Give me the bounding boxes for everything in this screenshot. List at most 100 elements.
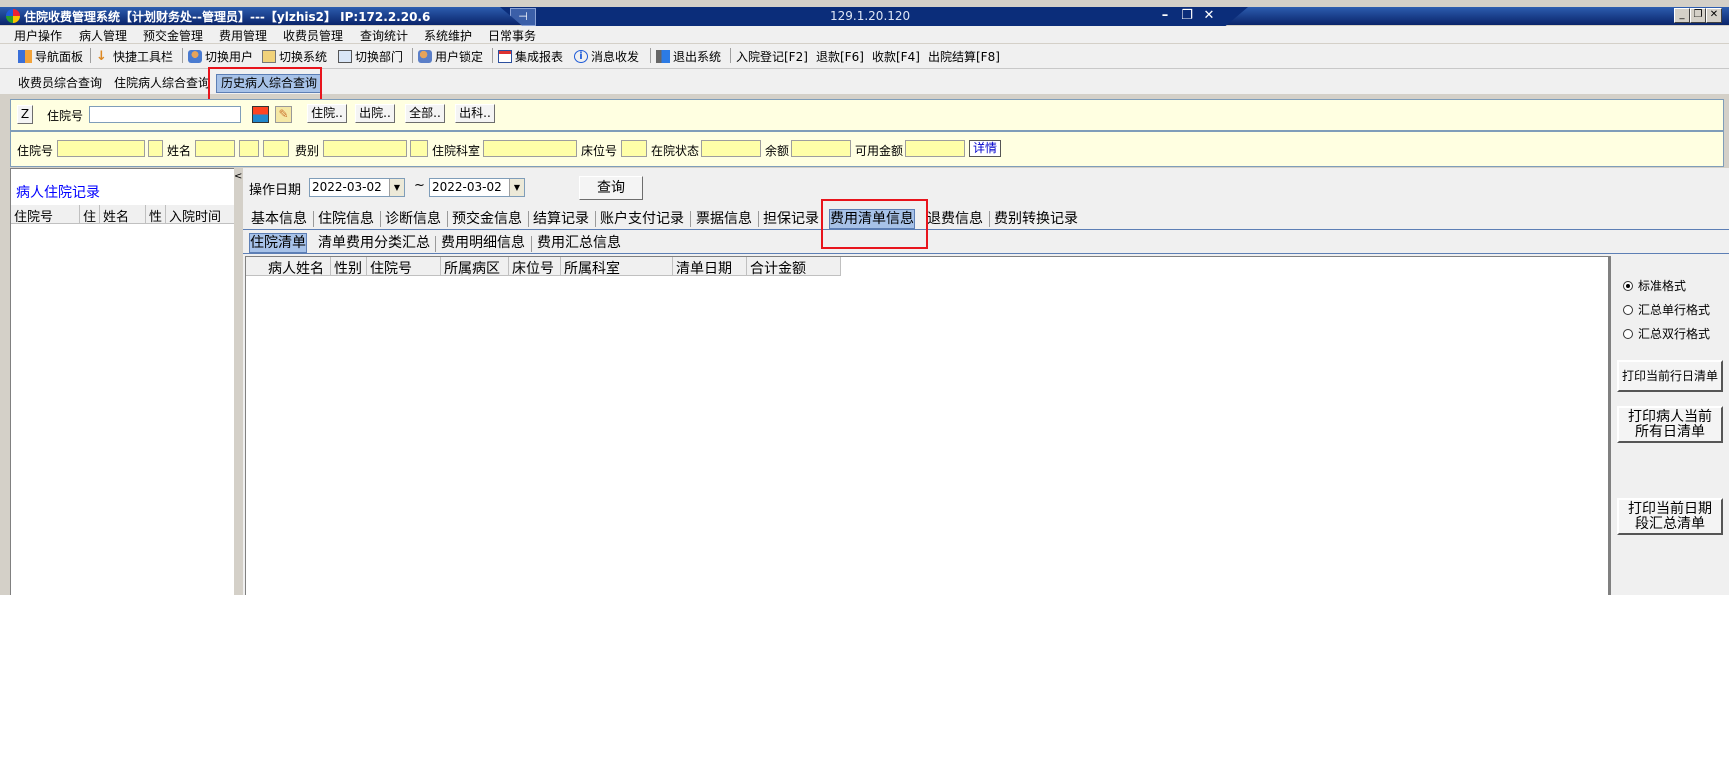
tab-history-query[interactable]: 历史病人综合查询: [216, 74, 323, 93]
lp-col-gender[interactable]: 性: [149, 206, 162, 225]
tb-user-lock[interactable]: 用户锁定: [418, 48, 483, 65]
discharge-button[interactable]: 出院..: [355, 104, 395, 123]
col-ward[interactable]: 所属病区: [444, 258, 500, 278]
tab-fee-list-info[interactable]: 费用清单信息: [829, 209, 915, 229]
tab-inpatient-info[interactable]: 住院信息: [318, 210, 374, 228]
card-reader-icon[interactable]: [252, 106, 269, 123]
chevron-down-icon[interactable]: ▼: [509, 179, 524, 196]
pi-available-field[interactable]: [905, 140, 965, 157]
tab-fee-type-change[interactable]: 费别转换记录: [994, 210, 1078, 228]
menu-user-ops[interactable]: 用户操作: [14, 27, 62, 44]
tab-basic-info[interactable]: 基本信息: [251, 210, 307, 228]
pi-department-field[interactable]: [483, 140, 577, 157]
menu-daily[interactable]: 日常事务: [488, 27, 536, 44]
radio-summary-double[interactable]: 汇总双行格式: [1623, 325, 1710, 342]
col-department[interactable]: 所属科室: [564, 258, 620, 278]
tb-integrated-report[interactable]: 集成报表: [498, 48, 563, 65]
pi-bed-field[interactable]: [621, 140, 647, 157]
tab-diagnosis-info[interactable]: 诊断信息: [385, 210, 441, 228]
tb-switch-system[interactable]: 切换系统: [262, 48, 327, 65]
tb-quick-toolbar[interactable]: ↓ 快捷工具栏: [96, 48, 173, 65]
pi-inpatient-no-field[interactable]: [57, 140, 145, 157]
tab-guarantee-records[interactable]: 担保记录: [763, 210, 819, 228]
query-button[interactable]: 查询: [579, 176, 643, 200]
col-total-amount[interactable]: 合计金额: [750, 258, 806, 278]
remote-minimize-icon[interactable]: –: [1158, 8, 1172, 23]
tab-prepay-info[interactable]: 预交金信息: [452, 210, 522, 228]
all-button[interactable]: 全部..: [405, 104, 445, 123]
menu-cashier[interactable]: 收费员管理: [283, 27, 343, 44]
subtab-fee-summary[interactable]: 费用汇总信息: [537, 234, 621, 252]
lp-col-name[interactable]: 姓名: [103, 206, 129, 225]
restore-icon[interactable]: ❐: [1690, 8, 1706, 23]
tab-invoice-info[interactable]: 票据信息: [696, 210, 752, 228]
pi-fee-type-code-field[interactable]: [410, 140, 428, 157]
tb-exit[interactable]: 退出系统: [656, 48, 721, 65]
tb-refund[interactable]: 退款[F6]: [816, 48, 864, 65]
tb-receive[interactable]: 收款[F4]: [872, 48, 920, 65]
minimize-icon[interactable]: _: [1674, 8, 1690, 23]
col-bed-no[interactable]: 床位号: [512, 258, 554, 278]
lp-col-times[interactable]: 住: [83, 206, 96, 225]
subtab-fee-detail[interactable]: 费用明细信息: [441, 234, 525, 252]
menu-system[interactable]: 系统维护: [424, 27, 472, 44]
tb-navigation-panel[interactable]: 导航面板: [18, 48, 83, 65]
tb-switch-department[interactable]: 切换部门: [338, 48, 403, 65]
patient-info-panel: 住院号 姓名 费别 住院科室 床位号 在院状态 余额 可用金额 详情: [10, 131, 1724, 167]
tab-account-payment[interactable]: 账户支付记录: [600, 210, 684, 228]
tb-message[interactable]: i 消息收发: [574, 48, 639, 65]
menu-query-stats[interactable]: 查询统计: [360, 27, 408, 44]
print-range-summary-button[interactable]: 打印当前日期 段汇总清单: [1617, 498, 1723, 535]
pi-status-field[interactable]: [701, 140, 761, 157]
col-inpatient-no[interactable]: 住院号: [370, 258, 412, 278]
tab-cashier-query[interactable]: 收费员综合查询: [14, 75, 106, 92]
user-lock-icon: [418, 50, 432, 63]
detail-link[interactable]: 详情: [969, 140, 1002, 157]
tb-admission[interactable]: 入院登记[F2]: [736, 48, 808, 65]
pi-gender-field[interactable]: [239, 140, 259, 157]
menu-prepay[interactable]: 预交金管理: [143, 27, 203, 44]
radio-standard-format[interactable]: 标准格式: [1623, 277, 1686, 294]
inpatient-button[interactable]: 住院..: [307, 104, 347, 123]
remote-ip: 129.1.20.120: [830, 9, 911, 23]
collapse-arrow-icon[interactable]: <: [234, 171, 242, 182]
lp-col-admit-time[interactable]: 入院时间: [169, 206, 221, 225]
menu-fee[interactable]: 费用管理: [219, 27, 267, 44]
print-current-day-button[interactable]: 打印当前行日清单: [1617, 360, 1723, 392]
patient-record-header: 住院号 住 姓名 性 入院时间: [11, 205, 234, 225]
radio-summary-single[interactable]: 汇总单行格式: [1623, 301, 1710, 318]
pi-age-field[interactable]: [263, 140, 289, 157]
pi-fee-type-field[interactable]: [323, 140, 407, 157]
tab-settlement-records[interactable]: 结算记录: [533, 210, 589, 228]
date-from-picker[interactable]: 2022-03-02 ▼: [309, 178, 405, 197]
detail-area: 操作日期 2022-03-02 ▼ ~ 2022-03-02 ▼ 查询 基本信息 住…: [243, 168, 1729, 595]
menu-patient[interactable]: 病人管理: [79, 27, 127, 44]
out-dept-button[interactable]: 出科..: [455, 104, 495, 123]
panel-splitter[interactable]: <: [234, 168, 242, 595]
tab-refund-info[interactable]: 退费信息: [927, 210, 983, 228]
menu-bar: 用户操作 病人管理 预交金管理 费用管理 收费员管理 查询统计 系统维护 日常事…: [0, 26, 1729, 43]
tb-switch-user[interactable]: 切换用户: [188, 48, 253, 65]
remote-session-bar: ⊣ 129.1.20.120 – ❐ ✕: [500, 7, 1248, 26]
pi-balance-field[interactable]: [791, 140, 851, 157]
chevron-down-icon[interactable]: ▼: [389, 179, 404, 196]
lp-col-inpatient-no[interactable]: 住院号: [14, 206, 53, 225]
print-all-days-button[interactable]: 打印病人当前 所有日清单: [1617, 406, 1723, 443]
clear-brush-icon[interactable]: ✎: [275, 106, 292, 123]
col-list-date[interactable]: 清单日期: [676, 258, 732, 278]
inpatient-no-input[interactable]: [89, 106, 241, 123]
col-patient-name[interactable]: 病人姓名: [268, 258, 324, 278]
pi-balance-label: 余额: [765, 144, 790, 158]
pi-name-field[interactable]: [195, 140, 235, 157]
tb-discharge-settle[interactable]: 出院结算[F8]: [928, 48, 1000, 65]
pi-inpatient-times-field[interactable]: [148, 140, 163, 157]
subtab-category-summary[interactable]: 清单费用分类汇总: [318, 234, 430, 252]
remote-close-icon[interactable]: ✕: [1202, 8, 1216, 23]
tab-inpatient-query[interactable]: 住院病人综合查询: [110, 75, 214, 92]
close-icon[interactable]: ✕: [1706, 8, 1722, 23]
col-gender[interactable]: 性别: [334, 258, 362, 278]
z-button[interactable]: Z: [17, 105, 33, 124]
subtab-inpatient-list[interactable]: 住院清单: [249, 233, 307, 253]
date-to-picker[interactable]: 2022-03-02 ▼: [429, 178, 525, 197]
remote-restore-icon[interactable]: ❐: [1180, 8, 1194, 23]
